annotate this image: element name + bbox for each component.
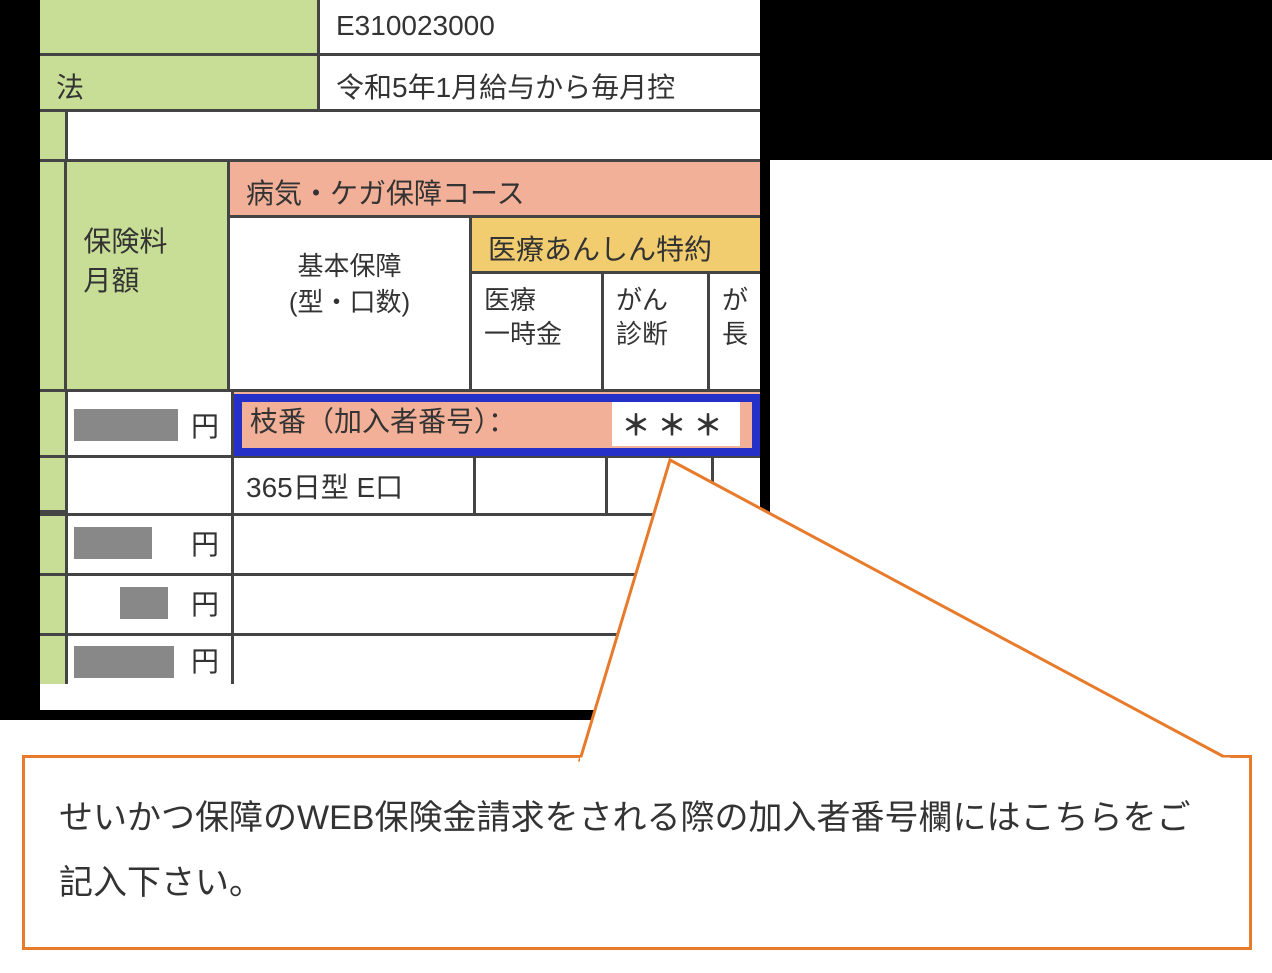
yen-unit-4: 円 bbox=[191, 640, 219, 680]
callout-box: せいかつ保障のWEB保険金請求をされる際の加入者番号欄にはこちらをご記入下さい。 bbox=[22, 755, 1252, 950]
main-header-section: 保険料 月額 病気・ケガ保障コース 基本保障 (型・口数) 医療あんしん特約 医… bbox=[40, 162, 760, 392]
yen-unit-1: 円 bbox=[191, 405, 219, 445]
method-value: 令和5年1月給与から毎月控 bbox=[320, 56, 760, 109]
yen-unit-2: 円 bbox=[191, 523, 219, 563]
col-last: が 長 bbox=[710, 274, 760, 389]
yen-row-4: 円 bbox=[40, 636, 760, 684]
premium-label: 保険料 月額 bbox=[67, 162, 230, 389]
type-365: 365日型 E口 bbox=[234, 458, 476, 513]
col-cancer: がん 診断 bbox=[604, 274, 710, 389]
redacted-value-3 bbox=[120, 587, 168, 619]
enrollee-label: 枝番（加入者番号）： bbox=[250, 406, 516, 437]
basic-coverage-label: 基本保障 (型・口数) bbox=[230, 218, 472, 389]
yen-row-2: 円 bbox=[40, 516, 760, 576]
code-value: E310023000 bbox=[320, 0, 760, 53]
redacted-value-4 bbox=[74, 646, 174, 678]
method-label: 法 bbox=[40, 56, 320, 109]
black-mask-left bbox=[0, 0, 40, 720]
black-mask-top bbox=[770, 0, 1272, 160]
redacted-value-2 bbox=[74, 527, 152, 559]
enrollee-row: 円 枝番（加入者番号）： ＊＊＊ bbox=[40, 392, 760, 458]
gap-row bbox=[40, 112, 760, 162]
row-method: 法 令和5年1月給与から毎月控 bbox=[40, 56, 760, 112]
insurance-table: E310023000 法 令和5年1月給与から毎月控 保険料 月額 病気・ケガ保… bbox=[40, 0, 770, 720]
row-code: E310023000 bbox=[40, 0, 760, 56]
data-row-365: 365日型 E口 bbox=[40, 458, 760, 516]
special-title: 医療あんしん特約 bbox=[472, 218, 760, 274]
col-medical-lump: 医療 一時金 bbox=[472, 274, 604, 389]
course-title: 病気・ケガ保障コース bbox=[230, 162, 760, 218]
redacted-value-1 bbox=[74, 409, 178, 441]
enrollee-stars: ＊＊＊ bbox=[612, 402, 740, 446]
yen-row-3: 円 bbox=[40, 576, 760, 636]
enrollee-number-cell: 枝番（加入者番号）： ＊＊＊ bbox=[234, 392, 760, 458]
yen-cell-1: 円 bbox=[68, 392, 234, 458]
yen-unit-3: 円 bbox=[191, 583, 219, 623]
